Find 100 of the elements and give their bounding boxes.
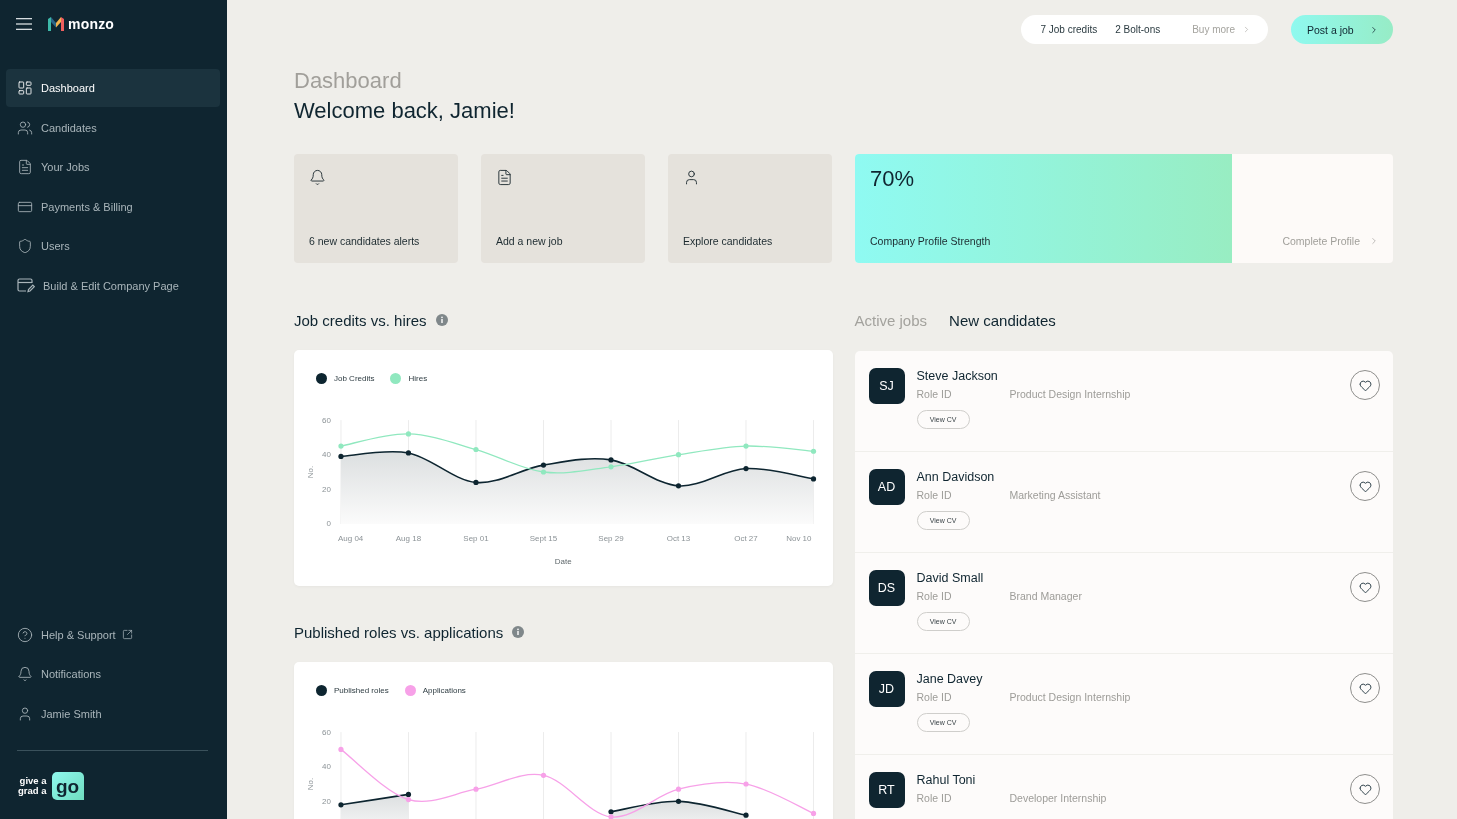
nav-item[interactable]: Your Jobs bbox=[6, 148, 220, 187]
nav-item[interactable]: Jamie Smith bbox=[6, 695, 220, 733]
axis-tick-label: 60 bbox=[322, 415, 331, 425]
axis-tick-label: 40 bbox=[322, 450, 331, 460]
profile-strength-value: 70% bbox=[870, 166, 916, 192]
data-point bbox=[743, 812, 749, 818]
data-point bbox=[473, 479, 479, 485]
bell-icon bbox=[17, 666, 33, 683]
heart-icon bbox=[1358, 378, 1372, 392]
candidate-name: Ann Davidson bbox=[916, 469, 995, 485]
chevron-right-icon bbox=[1242, 25, 1251, 34]
heart-icon bbox=[1358, 580, 1372, 594]
data-point bbox=[743, 443, 749, 449]
tagline-text: give a grad a bbox=[18, 776, 47, 796]
person-icon bbox=[683, 169, 700, 186]
heart-icon bbox=[1358, 681, 1372, 695]
axis-title: Date bbox=[554, 556, 572, 566]
axis-tick-label: 60 bbox=[322, 727, 331, 737]
credit-count: 2 Bolt-ons bbox=[1115, 24, 1161, 35]
nav-item[interactable]: Users bbox=[6, 227, 220, 266]
axis-tick-label: Oct 13 bbox=[666, 533, 691, 543]
profile-strength-label: Company Profile Strength bbox=[870, 235, 992, 247]
card-pen-icon bbox=[17, 278, 35, 294]
initials-avatar: SJ bbox=[868, 368, 905, 404]
person-icon bbox=[17, 706, 33, 722]
axis-tick-label: 0 bbox=[326, 519, 331, 529]
data-point bbox=[540, 772, 547, 778]
axis-tick-label: Aug 04 bbox=[337, 533, 364, 543]
logo-text: monzo bbox=[68, 16, 115, 32]
axis-tick-label: Sep 29 bbox=[598, 533, 624, 543]
menu-icon bbox=[16, 18, 32, 30]
data-point bbox=[810, 448, 817, 454]
data-point bbox=[405, 450, 412, 456]
data-point bbox=[743, 781, 749, 787]
quick-action-card[interactable]: Add a new job bbox=[481, 154, 645, 263]
people-icon bbox=[17, 119, 33, 136]
dashboard-grid-icon bbox=[17, 80, 33, 96]
data-point bbox=[405, 431, 412, 437]
tab[interactable]: New candidates bbox=[949, 311, 1056, 329]
nav-item[interactable]: Candidates bbox=[6, 108, 220, 147]
candidate-name: Rahul Toni bbox=[916, 772, 976, 788]
bell-icon bbox=[309, 169, 326, 186]
data-point bbox=[338, 443, 344, 449]
help-icon bbox=[17, 626, 33, 643]
legend-label: Hires bbox=[408, 373, 428, 383]
role-label: Role ID bbox=[916, 488, 953, 502]
section-title: Published roles vs. applications bbox=[294, 623, 504, 641]
role-title: Brand Manager bbox=[1009, 589, 1082, 603]
axis-tick-label: Oct 27 bbox=[734, 533, 758, 543]
nav-item[interactable]: Notifications bbox=[6, 655, 220, 694]
quick-action-card[interactable]: Explore candidates bbox=[668, 154, 832, 263]
shield-icon bbox=[17, 238, 33, 255]
role-label: Role ID bbox=[916, 791, 953, 805]
candidate-name: David Small bbox=[916, 570, 984, 586]
axis-tick-label: 20 bbox=[322, 796, 331, 806]
post-job-button[interactable]: Post a job bbox=[1291, 15, 1393, 44]
candidate-name: Steve Jackson bbox=[916, 368, 998, 384]
info-icon[interactable] bbox=[512, 626, 525, 638]
role-label: Role ID bbox=[916, 589, 953, 603]
initials-avatar: RT bbox=[868, 772, 905, 808]
axis-tick-label: Aug 18 bbox=[395, 533, 422, 543]
legend-label: Published roles bbox=[334, 685, 389, 695]
role-title: Developer Internship bbox=[1009, 791, 1107, 805]
data-point bbox=[338, 453, 344, 460]
nav-item[interactable]: Payments & Billing bbox=[6, 187, 220, 226]
data-point bbox=[675, 483, 682, 489]
legend-label: Job Credits bbox=[334, 373, 375, 383]
nav-item[interactable]: Build & Edit Company Page bbox=[6, 266, 220, 305]
logo-speech-bubble: go bbox=[51, 772, 84, 800]
candidate-name: Jane Davey bbox=[916, 671, 983, 687]
axis-tick-label: 20 bbox=[322, 484, 331, 494]
initials-avatar: DS bbox=[868, 570, 905, 606]
document-icon bbox=[17, 159, 33, 176]
menu-button[interactable] bbox=[16, 18, 32, 30]
initials-avatar: JD bbox=[868, 671, 905, 707]
data-point bbox=[810, 476, 817, 482]
nav-item[interactable]: Help & Support bbox=[6, 615, 220, 654]
heart-icon bbox=[1358, 782, 1372, 796]
axis-tick-label: Sep 01 bbox=[463, 533, 489, 543]
page-title: Dashboard bbox=[294, 68, 403, 94]
role-title: Marketing Assistant bbox=[1009, 488, 1101, 502]
data-point bbox=[338, 802, 344, 808]
axis-tick-label: Sept 15 bbox=[529, 533, 558, 543]
area-shading bbox=[340, 794, 409, 819]
axis-title: No. bbox=[306, 777, 316, 791]
data-point bbox=[675, 786, 682, 792]
info-icon[interactable] bbox=[435, 314, 448, 326]
section-title: Job credits vs. hires bbox=[294, 311, 427, 329]
data-point bbox=[675, 452, 682, 458]
quick-action-card[interactable]: 6 new candidates alerts bbox=[294, 154, 458, 263]
data-point bbox=[473, 786, 479, 792]
role-label: Role ID bbox=[916, 387, 953, 401]
credit-count: 7 Job credits bbox=[1040, 24, 1098, 35]
welcome-heading: Welcome back, Jamie! bbox=[294, 98, 516, 124]
data-point bbox=[743, 465, 749, 472]
chevron-right-icon bbox=[1369, 24, 1379, 35]
role-label: Role ID bbox=[916, 690, 953, 704]
data-point bbox=[473, 446, 479, 453]
document-icon bbox=[496, 169, 513, 186]
nav-item[interactable]: Dashboard bbox=[6, 69, 220, 107]
